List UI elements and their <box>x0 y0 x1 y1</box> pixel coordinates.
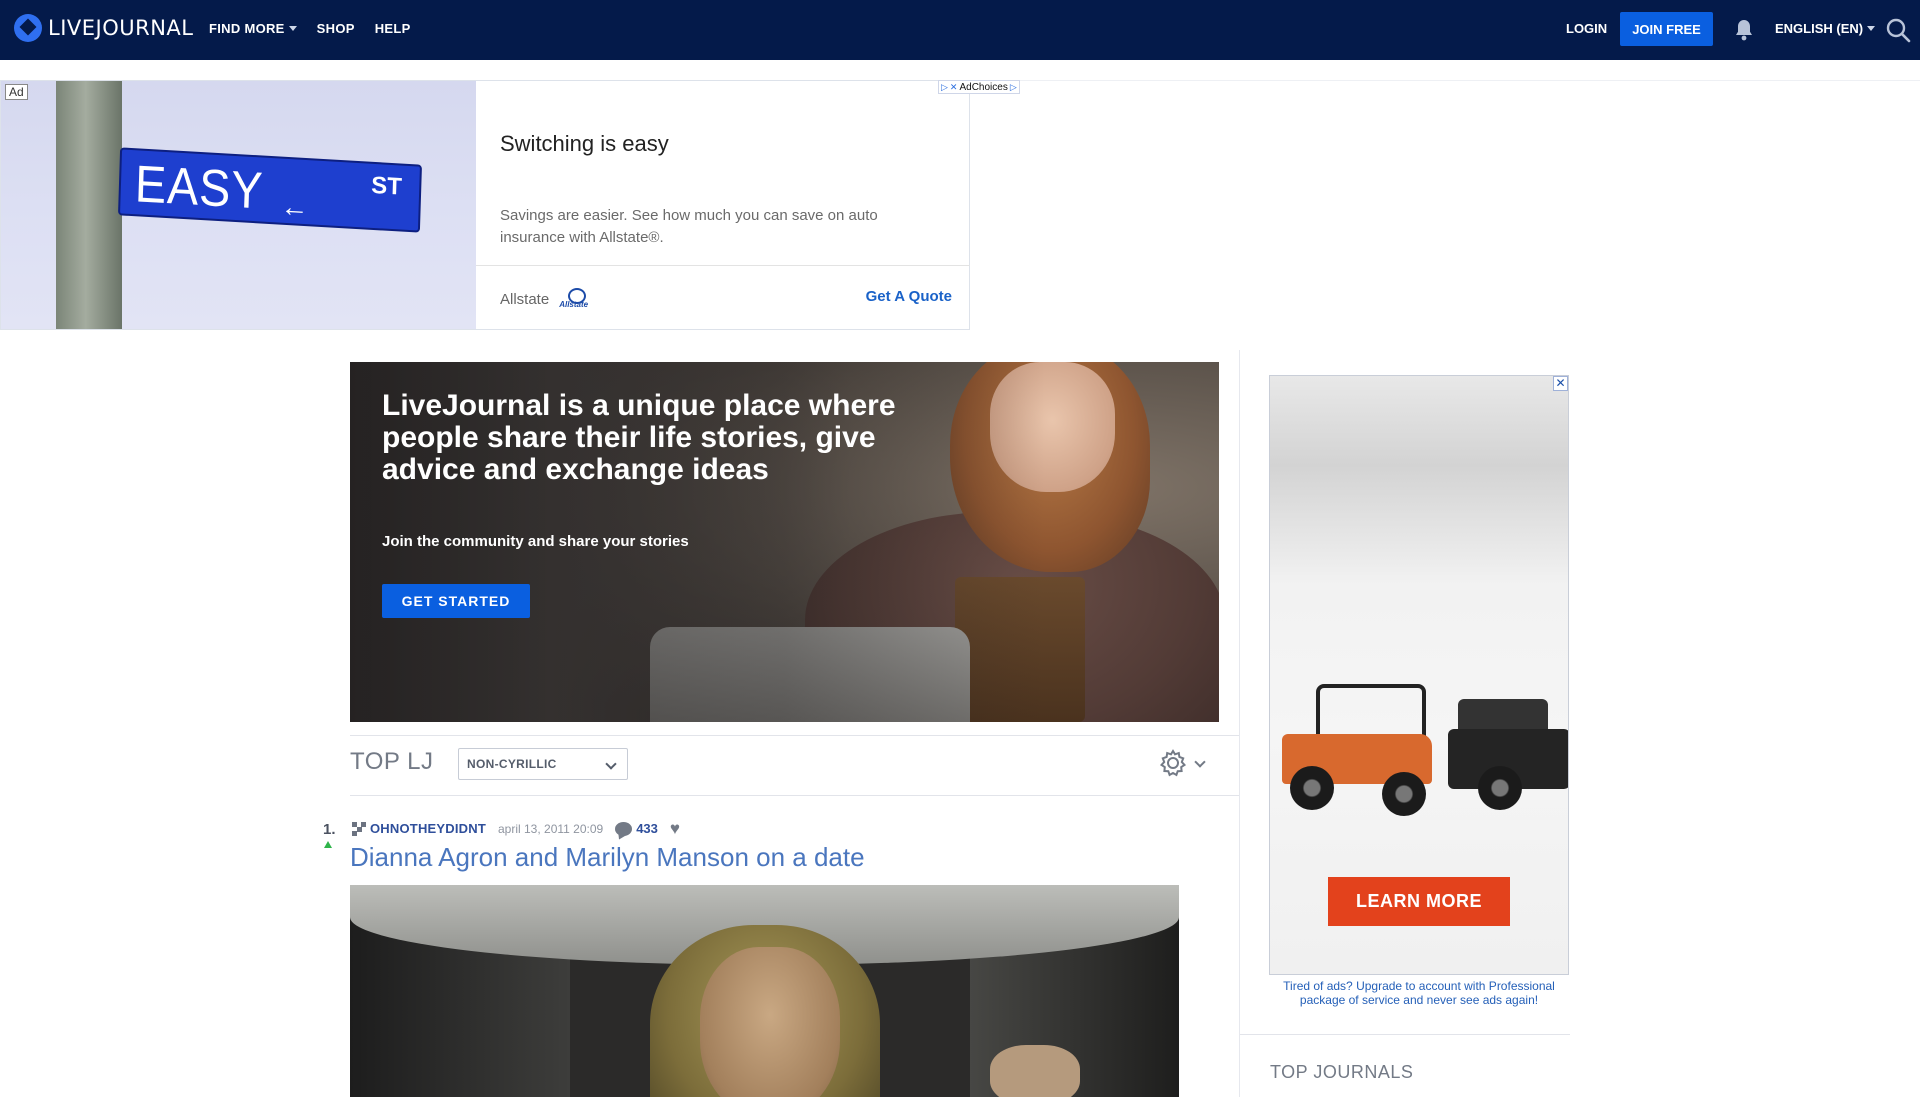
caret-down-icon <box>288 26 297 31</box>
arrow-left-icon: ← <box>280 190 309 224</box>
filter-value: NON-CYRILLIC <box>467 757 557 771</box>
hero-title: LiveJournal is a unique place where peop… <box>382 389 896 486</box>
post-image[interactable] <box>350 885 1179 1097</box>
adchoices-icon: ▷ <box>941 81 948 92</box>
nav-help-label: HELP <box>374 21 411 36</box>
heart-icon[interactable]: ♥ <box>670 820 680 837</box>
language-filter-select[interactable]: NON-CYRILLIC <box>458 748 628 780</box>
upgrade-note-link[interactable]: Tired of ads? Upgrade to account with Pr… <box>1269 979 1569 1007</box>
main-nav: FIND MORE SHOP HELP <box>209 21 411 36</box>
comments-count: 433 <box>636 821 658 836</box>
close-icon[interactable]: ✕ <box>950 82 958 93</box>
wheel <box>1478 766 1522 810</box>
nav-shop[interactable]: SHOP <box>317 21 355 36</box>
sign-text: EASY <box>134 155 265 221</box>
divider <box>350 735 1239 736</box>
allstate-logo-text: Allstate <box>559 300 589 309</box>
hero-banner: LiveJournal is a unique place where peop… <box>350 362 1219 722</box>
wheel <box>1290 766 1334 810</box>
hero-subtitle: Join the community and share your storie… <box>382 533 689 550</box>
caret-down-icon <box>1867 26 1876 31</box>
adchoices-label: AdChoices <box>959 81 1008 93</box>
ad-headline[interactable]: Switching is easy <box>500 131 669 157</box>
ad-brand[interactable]: Allstate Allstate <box>500 288 589 310</box>
adchoices-icon: ▷ <box>1009 81 1017 92</box>
divider <box>1240 1034 1570 1035</box>
ad-image-street-sign[interactable]: EASY ← ST <box>1 81 476 329</box>
livejournal-logo-icon <box>14 14 42 42</box>
divider <box>350 795 1239 796</box>
ad-photo-orange-jeep <box>1276 684 1444 816</box>
top-advertisement[interactable]: Ad EASY ← ST Switching is easy Savings a… <box>0 80 970 330</box>
nav-find-more-label: FIND MORE <box>209 21 285 36</box>
rank-up-icon <box>324 841 332 848</box>
learn-more-button[interactable]: LEARN MORE <box>1328 877 1510 926</box>
comments-link[interactable]: 433 <box>615 821 658 836</box>
chevron-down-icon <box>605 758 617 770</box>
nav-find-more[interactable]: FIND MORE <box>209 21 297 36</box>
nav-shop-label: SHOP <box>316 21 355 36</box>
join-free-button[interactable]: JOIN FREE <box>1620 12 1713 46</box>
adchoices-badge[interactable]: ▷ ✕ AdChoices ▷ <box>938 80 1020 94</box>
top-journals-title: TOP JOURNALS <box>1270 1062 1414 1082</box>
ad-body: Switching is easy Savings are easier. Se… <box>476 81 970 329</box>
chevron-down-icon[interactable] <box>1194 756 1206 768</box>
column-divider <box>1239 350 1240 1097</box>
ad-description: Savings are easier. See how much you can… <box>500 207 878 246</box>
post-meta: OHNOTHEYDIDNT april 13, 2011 20:09 433 ♥ <box>352 820 680 837</box>
nav-help[interactable]: HELP <box>375 21 411 36</box>
get-a-quote-link[interactable]: Get A Quote <box>866 288 952 305</box>
post-author-link[interactable]: OHNOTHEYDIDNT <box>370 821 486 836</box>
divider <box>476 265 970 266</box>
post-title-link[interactable]: Dianna Agron and Marilyn Manson on a dat… <box>350 842 865 873</box>
ad-label: Ad <box>5 84 28 100</box>
language-label: ENGLISH (EN) <box>1775 21 1864 36</box>
sidebar-advertisement[interactable]: ✕ LEARN MORE <box>1269 375 1569 975</box>
login-link[interactable]: LOGIN <box>1566 21 1607 36</box>
post-date: april 13, 2011 20:09 <box>498 821 604 836</box>
sign-pole <box>56 81 122 329</box>
logo-text: LIVEJOURNAL <box>48 16 194 40</box>
gear-icon[interactable] <box>1158 748 1188 778</box>
post-rank: 1. <box>323 821 336 838</box>
ad-photo-black-jeep <box>1448 694 1568 814</box>
allstate-logo-icon: Allstate <box>559 288 589 310</box>
wheel <box>1382 772 1426 816</box>
comment-bubble-icon <box>615 821 633 836</box>
community-icon <box>352 821 366 836</box>
livejournal-logo[interactable]: LIVEJOURNAL <box>14 14 194 42</box>
sign-suffix: ST <box>370 171 403 201</box>
top-navigation-bar: LIVEJOURNAL FIND MORE SHOP HELP LOGIN JO… <box>0 0 1920 60</box>
street-sign: EASY ← ST <box>118 147 422 233</box>
post-photo-hand <box>990 1045 1080 1097</box>
close-icon[interactable]: ✕ <box>1553 376 1568 391</box>
bell-icon[interactable] <box>1733 18 1755 42</box>
post-photo-face <box>700 947 840 1097</box>
ad-brand-name: Allstate <box>500 290 550 308</box>
search-icon[interactable] <box>1885 17 1911 43</box>
get-started-button[interactable]: GET STARTED <box>382 584 530 618</box>
language-selector[interactable]: ENGLISH (EN) <box>1775 21 1876 36</box>
top-lj-title: TOP LJ <box>350 748 434 775</box>
